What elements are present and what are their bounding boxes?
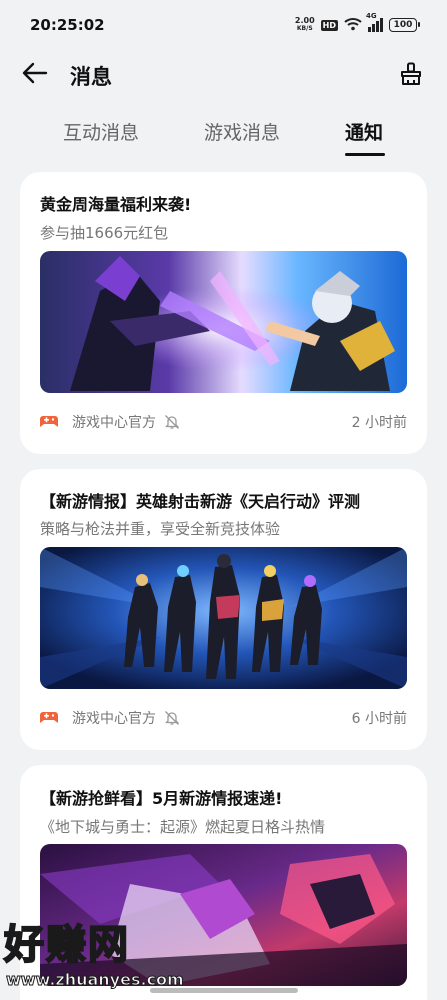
notification-title: 黄金周海量福利来袭! <box>40 195 192 214</box>
notification-title: 【新游抢鲜看】5月新游情报速递! <box>40 789 283 808</box>
status-time: 20:25:02 <box>30 16 105 34</box>
notification-banner-image[interactable] <box>40 251 407 393</box>
network-speed-unit: KB/S <box>296 25 313 32</box>
bell-off-icon[interactable] <box>164 414 180 430</box>
notification-footer: 游戏中心官方 2 小时前 <box>40 411 407 433</box>
watermark-logo: 好赚网 www.zhuanyes.com <box>0 912 200 992</box>
status-icons: 2.00 KB/S HD 4G 100 <box>295 12 420 35</box>
notification-source: 游戏中心官方 <box>72 415 156 431</box>
notification-subtitle: 策略与枪法并重，享受全新竞技体验 <box>40 520 281 538</box>
home-indicator[interactable] <box>150 988 298 993</box>
game-controller-icon <box>40 413 58 431</box>
notification-subtitle: 参与抽1666元红包 <box>40 224 169 242</box>
wifi-icon <box>344 16 362 35</box>
cellular-signal-icon: 4G <box>366 12 383 32</box>
notification-time: 6 小时前 <box>351 711 407 727</box>
battery-icon: 100 <box>389 18 420 32</box>
watermark-text: 好赚网 <box>3 921 130 969</box>
active-tab-indicator <box>345 153 385 156</box>
watermark-url: www.zhuanyes.com <box>6 970 185 990</box>
notification-time: 2 小时前 <box>351 415 407 431</box>
clear-messages-button[interactable] <box>397 62 425 90</box>
game-controller-icon <box>40 709 58 727</box>
notification-subtitle: 《地下城与勇士：起源》燃起夏日格斗热情 <box>40 818 326 836</box>
app-header: 消息 <box>0 52 447 98</box>
status-bar: 20:25:02 2.00 KB/S HD 4G 100 <box>0 0 447 50</box>
network-type: 4G <box>366 12 377 20</box>
message-tabs: 互动消息 游戏消息 通知 <box>0 112 447 160</box>
network-speed: 2.00 KB/S <box>295 17 315 33</box>
clean-brush-icon <box>400 62 422 90</box>
notification-card[interactable]: 黄金周海量福利来袭! 参与抽1666元红包 游戏中心官方 2 小时前 <box>20 172 427 454</box>
tab-game-messages[interactable]: 游戏消息 <box>204 118 280 145</box>
hd-badge: HD <box>320 19 338 31</box>
network-speed-value: 2.00 <box>294 16 315 25</box>
notification-card[interactable]: 【新游情报】英雄射击新游《天启行动》评测 策略与枪法并重，享受全新竞技体验 游戏… <box>20 469 427 750</box>
battery-level: 100 <box>393 20 413 30</box>
notification-source: 游戏中心官方 <box>72 711 156 727</box>
notification-banner-image[interactable] <box>40 547 407 689</box>
notification-footer: 游戏中心官方 6 小时前 <box>40 707 407 729</box>
tab-notifications[interactable]: 通知 <box>345 118 383 145</box>
bell-off-icon[interactable] <box>164 710 180 726</box>
back-button[interactable] <box>20 62 50 88</box>
arrow-left-icon <box>22 62 48 88</box>
page-title: 消息 <box>70 65 112 89</box>
notification-title: 【新游情报】英雄射击新游《天启行动》评测 <box>40 492 361 511</box>
tab-interaction[interactable]: 互动消息 <box>63 118 139 145</box>
